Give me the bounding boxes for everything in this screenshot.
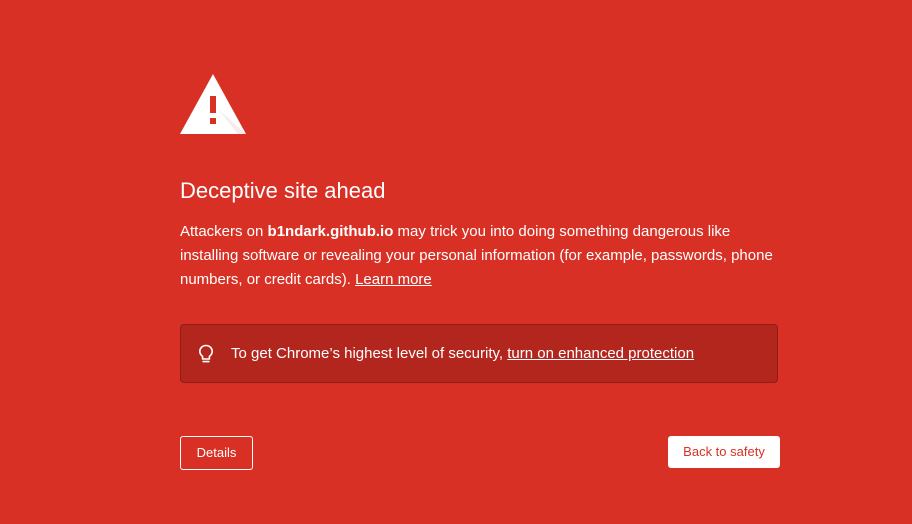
description-prefix: Attackers on	[180, 223, 268, 240]
promo-message: To get Chrome’s highest level of securit…	[231, 345, 508, 362]
learn-more-link[interactable]: Learn more	[355, 271, 432, 288]
enhanced-protection-promo: To get Chrome’s highest level of securit…	[180, 324, 778, 383]
enhanced-protection-link[interactable]: turn on enhanced protection	[507, 345, 694, 362]
warning-description: Attackers on b1ndark.github.io may trick…	[180, 220, 780, 292]
page-title: Deceptive site ahead	[180, 178, 386, 203]
back-to-safety-button[interactable]: Back to safety	[668, 436, 780, 468]
promo-text: To get Chrome’s highest level of securit…	[231, 344, 694, 364]
details-button[interactable]: Details	[180, 436, 253, 470]
site-domain: b1ndark.github.io	[267, 223, 394, 240]
lightbulb-icon	[199, 344, 213, 363]
warning-triangle-icon	[180, 74, 246, 134]
